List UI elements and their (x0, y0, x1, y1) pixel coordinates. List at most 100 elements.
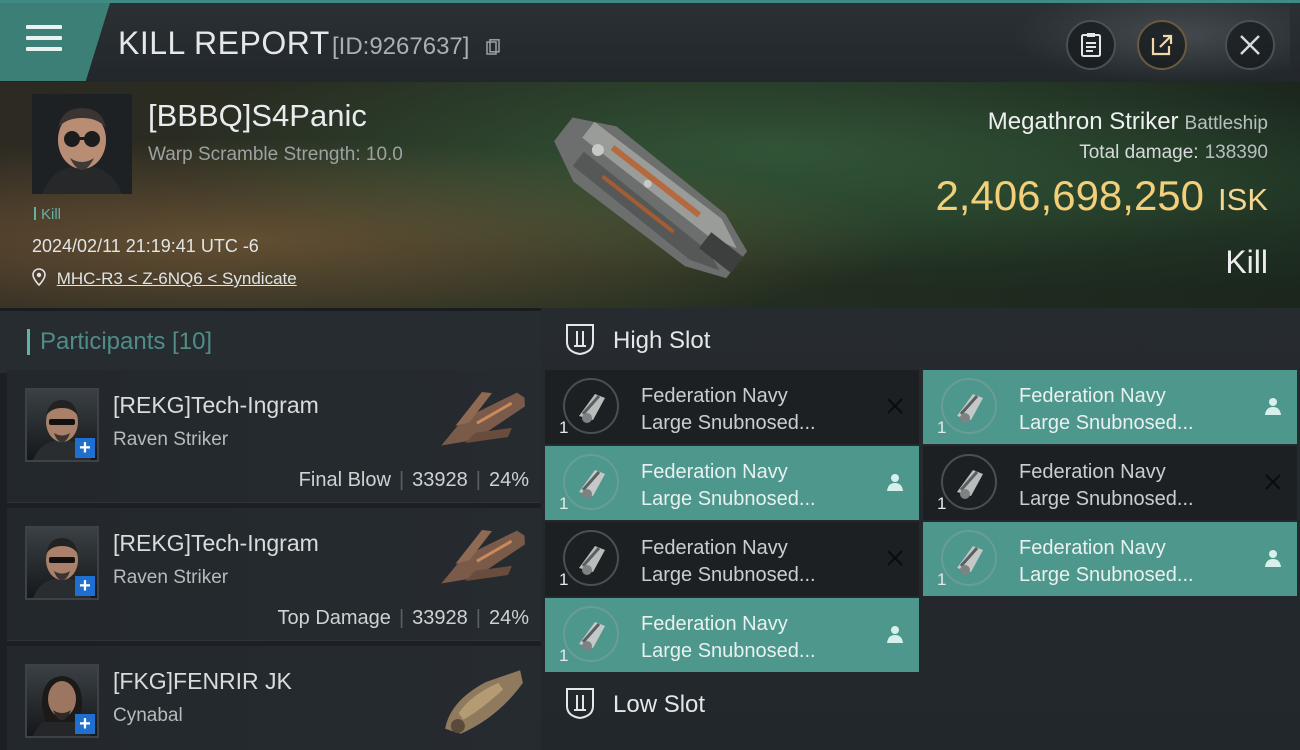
participant-ship: Raven Striker (113, 429, 229, 450)
participant-ship-image (441, 529, 525, 584)
low-slot-title: Low Slot (613, 691, 706, 718)
destroyed-icon (1265, 474, 1281, 490)
dropped-person-icon (887, 474, 903, 491)
participant-avatar[interactable]: + (25, 526, 99, 600)
low-slot-icon (566, 688, 594, 720)
participant-ship-image (441, 391, 525, 446)
kill-location[interactable]: MHC-R3 < Z-6NQ6 < Syndicate (32, 268, 297, 289)
module-name: Federation Navy Large Snubnosed... (1019, 459, 1194, 513)
victim-avatar[interactable] (32, 94, 132, 194)
participant-role: Top Damage (277, 607, 391, 629)
stats-separator: | (475, 469, 481, 491)
module-name-line1: Federation Navy (1019, 385, 1166, 407)
total-damage-label: Total damage: (1079, 142, 1199, 163)
destroyed-icon (887, 398, 903, 414)
participant-ship: Cynabal (113, 705, 183, 726)
location-pin-icon (32, 268, 46, 287)
module-name: Federation Navy Large Snubnosed... (641, 611, 816, 665)
ship-name-text: Megathron Striker (987, 108, 1179, 135)
add-contact-icon[interactable]: + (75, 438, 95, 458)
participant-avatar[interactable]: + (25, 664, 99, 738)
participants-accent-bar (27, 329, 30, 355)
module-name-line2: Large Snubnosed... (641, 564, 816, 586)
module-item[interactable]: 1 Federation Navy Large Snubnosed... (545, 446, 919, 520)
participant-avatar[interactable]: + (25, 388, 99, 462)
high-slot-header: High Slot (541, 308, 1300, 370)
module-quantity: 1 (559, 646, 569, 665)
module-item[interactable]: 1 Federation Navy Large Snubnosed... (923, 370, 1297, 444)
module-quantity: 1 (559, 494, 569, 513)
copy-icon[interactable] (486, 39, 500, 55)
participants-header: Participants [10] (0, 308, 541, 373)
participant-role: Final Blow (298, 469, 391, 491)
clipboard-button[interactable] (1066, 20, 1116, 70)
fittings-panel: High Slot 1 Federation Navy Large Snubnos… (541, 308, 1300, 750)
module-name-line2: Large Snubnosed... (1019, 412, 1194, 434)
isk-value-row: 2,406,698,250 ISK (935, 172, 1268, 220)
low-slot-header: Low Slot (541, 672, 1300, 734)
page-title: KILL REPORT (118, 25, 330, 61)
victim-ship-name[interactable]: Megathron Striker Battleship (988, 108, 1268, 136)
share-button[interactable] (1137, 20, 1187, 70)
participant-row[interactable]: + [REKG]Tech-Ingram Raven Striker Final … (7, 370, 541, 503)
victim-panel: [BBBQ]S4Panic Warp Scramble Strength: 10… (0, 82, 1300, 308)
module-name-line1: Federation Navy (1019, 537, 1166, 559)
module-name-line2: Large Snubnosed... (641, 412, 816, 434)
participant-name[interactable]: [REKG]Tech-Ingram (113, 530, 319, 557)
dropped-person-icon (1265, 550, 1281, 567)
turret-module-icon (941, 378, 997, 434)
participants-panel: Participants [10] + [REKG]Tech-Ingram Ra… (0, 308, 541, 750)
share-icon (1151, 34, 1173, 56)
close-button[interactable] (1225, 20, 1275, 70)
module-name: Federation Navy Large Snubnosed... (641, 535, 816, 589)
ship-class-text: Battleship (1184, 113, 1268, 134)
title-bar: KILL REPORT [ID:9267637] (0, 0, 1300, 83)
participant-row[interactable]: + [FKG]FENRIR JK Cynabal (7, 646, 541, 750)
stats-separator: | (475, 607, 481, 629)
turret-module-icon (563, 454, 619, 510)
module-quantity: 1 (559, 418, 569, 437)
module-name-line2: Large Snubnosed... (1019, 488, 1194, 510)
module-item[interactable]: 1 Federation Navy Large Snubnosed... (923, 446, 1297, 520)
module-name-line1: Federation Navy (641, 537, 788, 559)
participant-stats: Top Damage | 33928 | 24% (278, 607, 529, 630)
kill-datetime: 2024/02/11 21:19:41 UTC -6 (32, 236, 259, 256)
participant-ship-image (445, 670, 523, 734)
participant-name[interactable]: [REKG]Tech-Ingram (113, 392, 319, 419)
participant-name[interactable]: [FKG]FENRIR JK (113, 668, 292, 695)
module-name: Federation Navy Large Snubnosed... (1019, 383, 1194, 437)
module-quantity: 1 (937, 570, 947, 589)
module-name: Federation Navy Large Snubnosed... (641, 383, 816, 437)
participant-damage: 33928 (412, 607, 468, 629)
module-item[interactable]: 1 Federation Navy Large Snubnosed... (545, 522, 919, 596)
location-link[interactable]: MHC-R3 < Z-6NQ6 < Syndicate (57, 269, 297, 288)
report-result: Kill (1225, 244, 1268, 280)
turret-module-icon (563, 606, 619, 662)
menu-button[interactable] (0, 3, 110, 81)
warp-scramble-strength: Warp Scramble Strength: 10.0 (148, 144, 403, 165)
module-quantity: 1 (937, 494, 947, 513)
participant-ship: Raven Striker (113, 567, 229, 588)
add-contact-icon[interactable]: + (75, 576, 95, 596)
module-item[interactable]: 1 Federation Navy Large Snubnosed... (545, 370, 919, 444)
module-name-line2: Large Snubnosed... (641, 640, 816, 662)
stats-separator: | (398, 469, 405, 491)
participant-row[interactable]: + [REKG]Tech-Ingram Raven Striker Top Da… (7, 508, 541, 641)
module-name-line1: Federation Navy (641, 461, 788, 483)
total-damage: Total damage: 138390 (1079, 142, 1268, 164)
module-name-line1: Federation Navy (641, 385, 788, 407)
module-item[interactable]: 1 Federation Navy Large Snubnosed... (923, 522, 1297, 596)
victim-ship-image (554, 117, 748, 279)
dropped-person-icon (887, 626, 903, 643)
module-name: Federation Navy Large Snubnosed... (1019, 535, 1194, 589)
destroyed-icon (887, 550, 903, 566)
dropped-person-icon (1265, 398, 1281, 415)
add-contact-icon[interactable]: + (75, 714, 95, 734)
participant-damage: 33928 (412, 469, 468, 491)
module-item[interactable]: 1 Federation Navy Large Snubnosed... (545, 598, 919, 672)
victim-name[interactable]: [BBBQ]S4Panic (148, 98, 367, 134)
module-name: Federation Navy Large Snubnosed... (641, 459, 816, 513)
close-icon (1240, 35, 1260, 55)
high-slot-icon (566, 324, 594, 356)
stats-separator: | (398, 607, 405, 629)
